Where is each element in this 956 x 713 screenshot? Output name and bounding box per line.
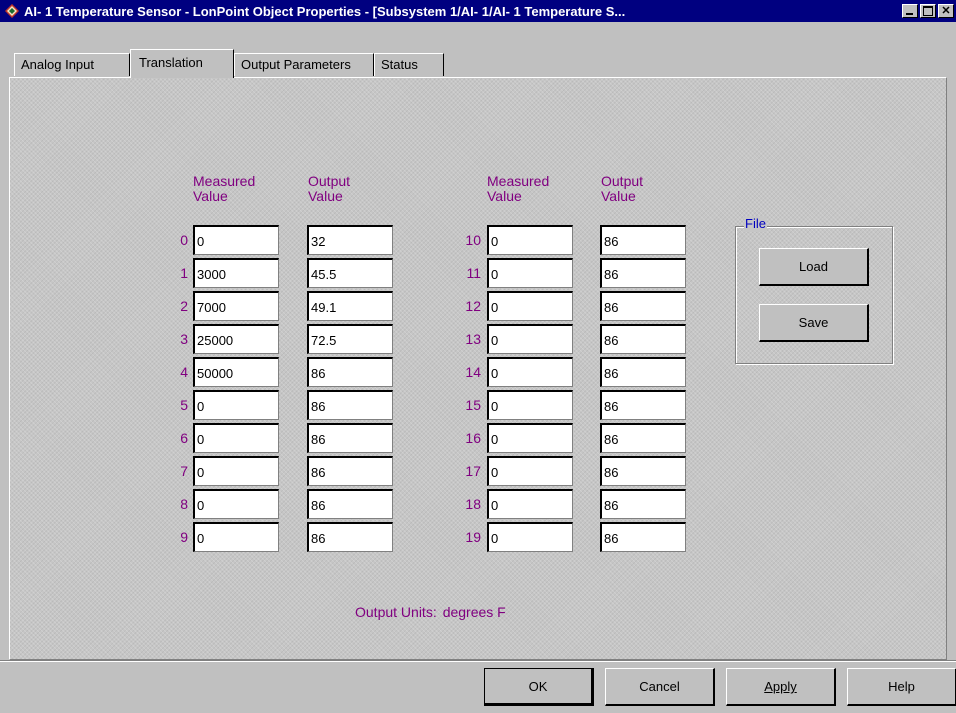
output-value-field[interactable]	[600, 258, 686, 288]
measured-value-field[interactable]	[193, 258, 279, 288]
apply-label: Apply	[764, 679, 797, 694]
help-button[interactable]: Help	[847, 668, 956, 706]
output-value-field[interactable]	[600, 225, 686, 255]
row-index: 17	[465, 463, 481, 479]
output-value-field[interactable]	[307, 489, 393, 519]
measured-value-field[interactable]	[193, 324, 279, 354]
title-bar[interactable]: AI- 1 Temperature Sensor - LonPoint Obje…	[0, 0, 956, 22]
output-value-field[interactable]	[307, 456, 393, 486]
measured-value-field[interactable]	[487, 489, 573, 519]
output-value-field[interactable]	[600, 357, 686, 387]
load-button[interactable]: Load	[759, 248, 869, 286]
output-value-field[interactable]	[600, 324, 686, 354]
row-index: 18	[465, 496, 481, 512]
tab-label: Status	[381, 57, 418, 72]
output-value-field[interactable]	[307, 423, 393, 453]
row-index: 6	[180, 430, 188, 446]
measured-value-field[interactable]	[487, 324, 573, 354]
row-index: 9	[180, 529, 188, 545]
row-index: 11	[466, 265, 481, 281]
measured-value-field[interactable]	[193, 489, 279, 519]
window-title: AI- 1 Temperature Sensor - LonPoint Obje…	[24, 3, 626, 19]
output-units-label: Output Units:	[355, 604, 437, 620]
output-value-field[interactable]	[307, 522, 393, 552]
tab-label: Analog Input	[21, 57, 95, 72]
close-icon[interactable]	[938, 4, 954, 18]
tab-label: Output Parameters	[241, 57, 351, 72]
output-units: Output Units: degrees F	[355, 604, 506, 620]
measured-value-field[interactable]	[193, 423, 279, 453]
output-value-header: Output Value	[308, 173, 351, 204]
tab-analog-input[interactable]: Analog Input	[14, 53, 130, 76]
row-index: 10	[465, 232, 481, 248]
row-index: 8	[180, 496, 188, 512]
file-groupbox	[735, 226, 893, 364]
tab-output-parameters[interactable]: Output Parameters	[234, 53, 374, 76]
output-value-field[interactable]	[600, 456, 686, 486]
row-index: 1	[180, 265, 188, 281]
measured-value-field[interactable]	[487, 390, 573, 420]
measured-value-field[interactable]	[487, 225, 573, 255]
row-index: 15	[465, 397, 481, 413]
output-value-field[interactable]	[307, 390, 393, 420]
save-button[interactable]: Save	[759, 304, 869, 342]
file-group-label: File	[744, 216, 767, 232]
cancel-button[interactable]: Cancel	[605, 668, 715, 706]
row-index: 7	[180, 463, 188, 479]
output-value-field[interactable]	[307, 258, 393, 288]
measured-value-field[interactable]	[193, 522, 279, 552]
output-value-field[interactable]	[307, 324, 393, 354]
row-index: 13	[465, 331, 481, 347]
measured-value-field[interactable]	[193, 390, 279, 420]
measured-value-field[interactable]	[487, 423, 573, 453]
output-value-field[interactable]	[600, 489, 686, 519]
output-value-field[interactable]	[307, 357, 393, 387]
row-index: 14	[465, 364, 481, 380]
row-index: 19	[465, 529, 481, 545]
output-value-field[interactable]	[600, 522, 686, 552]
output-value-field[interactable]	[307, 225, 393, 255]
measured-value-field[interactable]	[487, 258, 573, 288]
measured-value-header: Measured Value	[193, 173, 256, 204]
minimize-icon[interactable]	[902, 4, 918, 18]
output-value-field[interactable]	[307, 291, 393, 321]
apply-button[interactable]: Apply	[726, 668, 836, 706]
output-value-field[interactable]	[600, 291, 686, 321]
measured-value-field[interactable]	[193, 456, 279, 486]
measured-value-field[interactable]	[487, 291, 573, 321]
measured-value-field[interactable]	[487, 456, 573, 486]
row-index: 0	[180, 232, 188, 248]
row-index: 16	[465, 430, 481, 446]
measured-value-field[interactable]	[193, 225, 279, 255]
row-index: 12	[465, 298, 481, 314]
measured-value-field[interactable]	[487, 357, 573, 387]
ok-button[interactable]: OK	[484, 668, 594, 706]
row-index: 5	[180, 397, 188, 413]
tab-translation[interactable]: Translation	[130, 49, 234, 78]
tab-status[interactable]: Status	[374, 53, 444, 76]
measured-value-field[interactable]	[193, 357, 279, 387]
row-index: 3	[180, 331, 188, 347]
measured-value-field[interactable]	[487, 522, 573, 552]
output-value-field[interactable]	[600, 390, 686, 420]
row-index: 2	[180, 298, 188, 314]
output-value-header: Output Value	[601, 173, 644, 204]
output-units-value: degrees F	[442, 604, 506, 620]
measured-value-field[interactable]	[193, 291, 279, 321]
app-icon	[5, 4, 19, 18]
tab-label: Translation	[139, 55, 203, 70]
row-index: 4	[180, 364, 188, 380]
maximize-icon[interactable]	[920, 4, 936, 18]
output-value-field[interactable]	[600, 423, 686, 453]
measured-value-header: Measured Value	[487, 173, 550, 204]
separator	[0, 660, 956, 662]
